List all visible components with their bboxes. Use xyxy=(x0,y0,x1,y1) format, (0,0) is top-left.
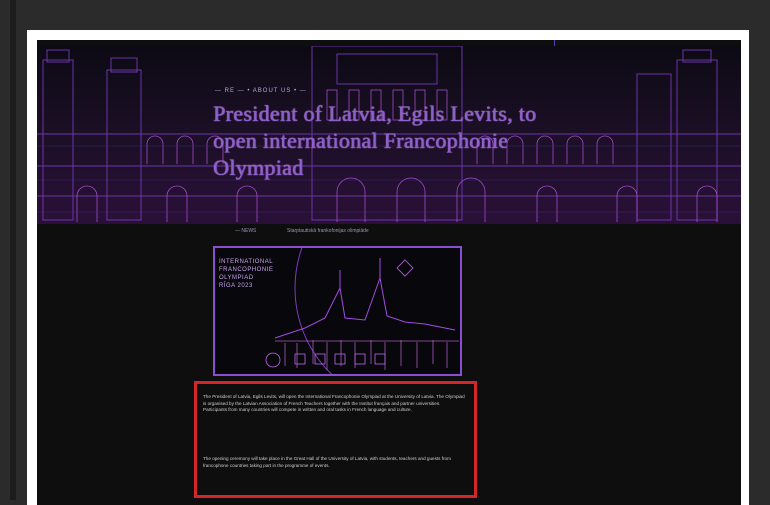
article-tag-link[interactable]: Starptautiskā frankofonijas olimpiāde xyxy=(287,228,369,234)
article-title[interactable]: President of Latvia, Egils Levits, to op… xyxy=(213,100,573,181)
highlighted-article-text: The President of Latvia, Egils Levits, w… xyxy=(194,381,477,498)
article-paragraph: The opening ceremony will take place in … xyxy=(203,456,451,468)
hero-kicker: — RE — • ABOUT US • — xyxy=(215,88,307,94)
hero-banner: — RE — • ABOUT US • — President of Latvi… xyxy=(37,46,741,224)
article-paragraph: The President of Latvia, Egils Levits, w… xyxy=(203,394,465,412)
poster-caption: INTERNATIONAL FRANCOPHONIE OLYMPIAD RĪGA… xyxy=(219,259,274,289)
article-category[interactable]: — NEWS xyxy=(235,228,256,234)
web-page: — RE — • ABOUT US • — President of Latvi… xyxy=(37,40,741,505)
screenshot-frame: — RE — • ABOUT US • — President of Latvi… xyxy=(27,30,749,505)
background-edge xyxy=(10,0,16,500)
event-poster-image: INTERNATIONAL FRANCOPHONIE OLYMPIAD RĪGA… xyxy=(213,246,462,376)
